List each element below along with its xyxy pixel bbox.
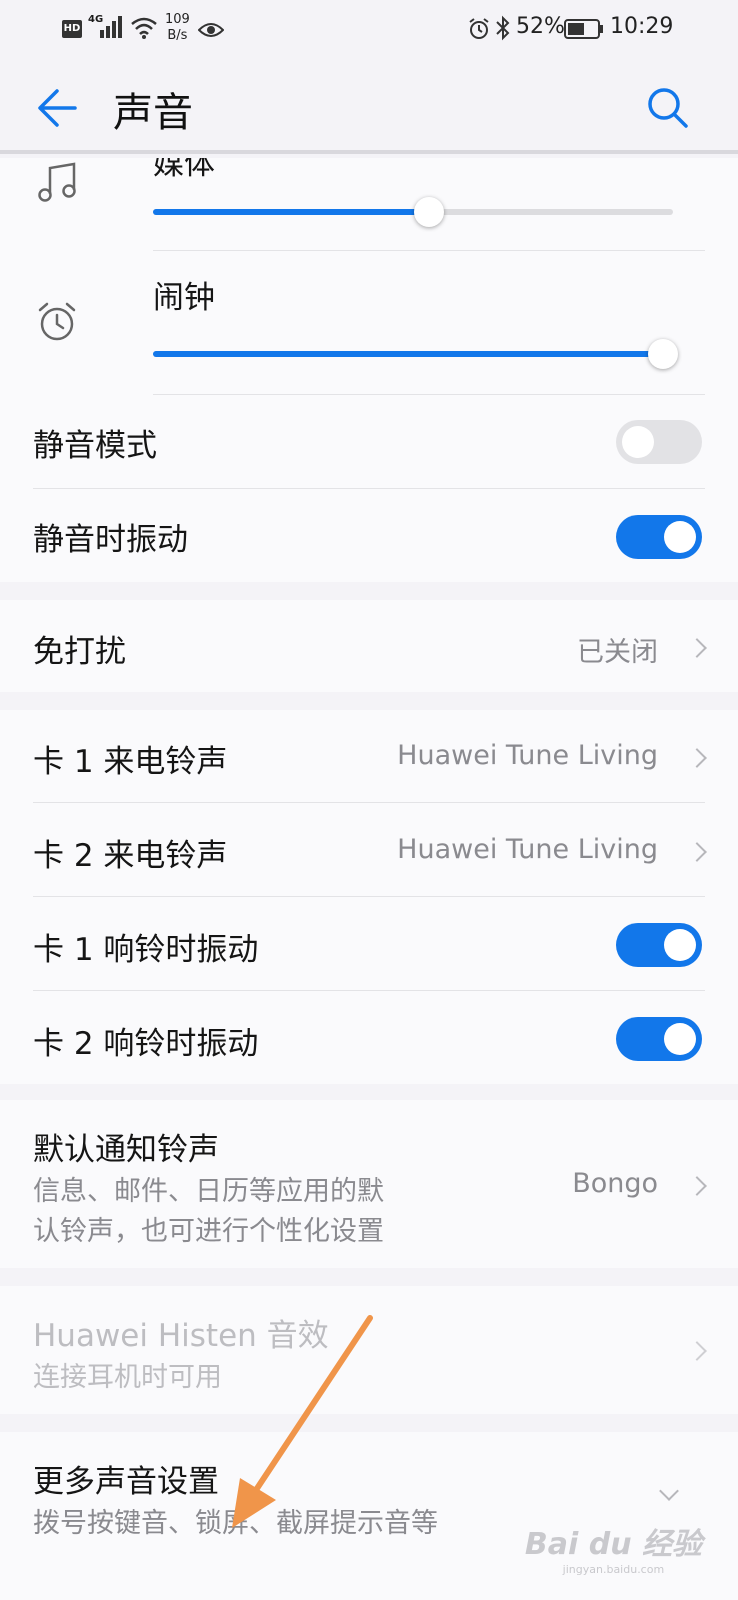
divider — [153, 394, 705, 395]
chevron-right-icon — [687, 1176, 707, 1196]
chevron-down-icon[interactable] — [659, 1481, 679, 1501]
sim1-ringtone-value: Huawei Tune Living — [397, 740, 658, 771]
toggle-knob — [664, 521, 696, 553]
eye-icon — [198, 23, 224, 37]
alarm-volume-fill — [153, 351, 663, 357]
media-volume-thumb[interactable] — [413, 197, 444, 227]
back-arrow-icon[interactable] — [35, 86, 79, 130]
divider — [33, 802, 705, 803]
watermark-brand: Bai du 经验 — [524, 1527, 702, 1562]
sim1-vibrate-toggle[interactable] — [616, 923, 702, 967]
sim2-ringtone-row[interactable]: 卡 2 来电铃声 Huawei Tune Living — [0, 804, 738, 896]
wifi-icon — [131, 17, 157, 39]
chevron-right-icon — [687, 1341, 707, 1361]
media-volume-label: 媒体 — [153, 158, 215, 182]
network-speed-value: 109 — [165, 12, 190, 27]
divider — [33, 990, 705, 991]
dnd-card[interactable]: 免打扰 已关闭 — [0, 600, 738, 692]
battery-icon — [564, 19, 603, 39]
notification-tone-card[interactable]: 默认通知铃声 信息、邮件、日历等应用的默 认铃声，也可进行个性化设置 Bongo — [0, 1100, 738, 1268]
watermark-url: jingyan.baidu.com — [562, 1563, 665, 1576]
media-volume-fill — [153, 209, 429, 215]
chevron-right-icon — [687, 842, 707, 862]
sim2-ringtone-label: 卡 2 来电铃声 — [33, 838, 228, 874]
signal-bars-icon — [100, 16, 122, 38]
network-speed: 109 B/s — [165, 12, 190, 44]
histen-description: 连接耳机时可用 — [33, 1362, 222, 1393]
alarm-volume-slider[interactable] — [153, 339, 678, 369]
sim2-vibrate-toggle[interactable] — [616, 1017, 702, 1061]
silent-mode-label: 静音模式 — [33, 428, 157, 464]
alarm-status-icon — [469, 18, 489, 39]
divider — [33, 488, 705, 489]
notification-desc-line: 认铃声，也可进行个性化设置 — [33, 1216, 384, 1247]
histen-card: Huawei Histen 音效 连接耳机时可用 — [0, 1286, 738, 1414]
histen-label: Huawei Histen 音效 — [33, 1318, 329, 1354]
notification-tone-description: 信息、邮件、日历等应用的默 认铃声，也可进行个性化设置 — [33, 1172, 384, 1252]
notification-tone-label: 默认通知铃声 — [33, 1132, 219, 1168]
notification-desc-line: 信息、邮件、日历等应用的默 — [33, 1176, 384, 1207]
clock: 10:29 — [610, 14, 674, 39]
more-sound-settings-label: 更多声音设置 — [33, 1464, 219, 1500]
vibrate-when-silent-toggle[interactable] — [616, 515, 702, 559]
toggle-knob — [664, 1023, 696, 1055]
sim1-vibrate-label: 卡 1 响铃时振动 — [33, 932, 259, 968]
vibrate-when-silent-label: 静音时振动 — [33, 522, 188, 558]
app-bar: 声音 — [0, 62, 738, 154]
sim1-ringtone-label: 卡 1 来电铃声 — [33, 744, 228, 780]
search-icon[interactable] — [646, 86, 690, 130]
page-title: 声音 — [113, 90, 193, 136]
notification-tone-value: Bongo — [572, 1168, 658, 1199]
chevron-right-icon — [687, 748, 707, 768]
sim1-ringtone-row[interactable]: 卡 1 来电铃声 Huawei Tune Living — [0, 710, 738, 802]
dnd-status-value: 已关闭 — [577, 637, 658, 668]
toggle-knob — [622, 426, 654, 458]
divider — [33, 896, 705, 897]
dnd-label: 免打扰 — [33, 634, 126, 670]
bluetooth-icon — [496, 15, 510, 41]
alarm-volume-label: 闹钟 — [153, 280, 215, 316]
media-label-clip: 媒体 — [0, 158, 738, 198]
status-bar: HD 4G 109 B/s 52% 10:29 — [0, 0, 738, 62]
baidu-watermark: Bai du 经验 jingyan.baidu.com — [525, 1519, 702, 1576]
media-volume-slider[interactable] — [153, 197, 673, 227]
battery-percent: 52% — [516, 14, 565, 39]
toggle-knob — [664, 929, 696, 961]
ringtone-card: 卡 1 来电铃声 Huawei Tune Living 卡 2 来电铃声 Hua… — [0, 710, 738, 1084]
alarm-volume-thumb[interactable] — [648, 339, 678, 369]
silent-mode-toggle[interactable] — [616, 420, 702, 464]
alarm-clock-icon — [38, 302, 76, 341]
volume-card: 媒体 闹钟 静音模式 静音时振动 — [0, 158, 738, 582]
sim2-vibrate-label: 卡 2 响铃时振动 — [33, 1026, 259, 1062]
divider — [153, 250, 705, 251]
chevron-right-icon — [687, 638, 707, 658]
more-sound-settings-description: 拨号按键音、锁屏、截屏提示音等 — [33, 1508, 438, 1539]
sim2-ringtone-value: Huawei Tune Living — [397, 834, 658, 865]
hd-badge: HD — [62, 20, 82, 38]
network-speed-unit: B/s — [167, 28, 188, 43]
